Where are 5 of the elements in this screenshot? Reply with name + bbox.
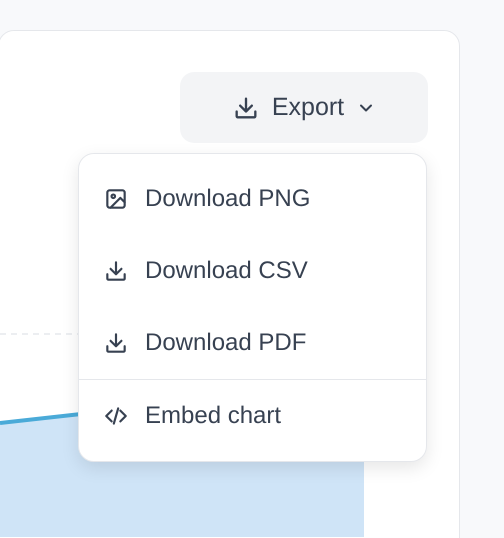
- export-button[interactable]: Export: [180, 72, 428, 143]
- menu-item[interactable]: Download CSV: [79, 235, 426, 307]
- menu-item[interactable]: Download PDF: [79, 307, 426, 379]
- menu-item[interactable]: Download PNG: [79, 163, 426, 235]
- menu-item[interactable]: Embed chart: [79, 379, 426, 452]
